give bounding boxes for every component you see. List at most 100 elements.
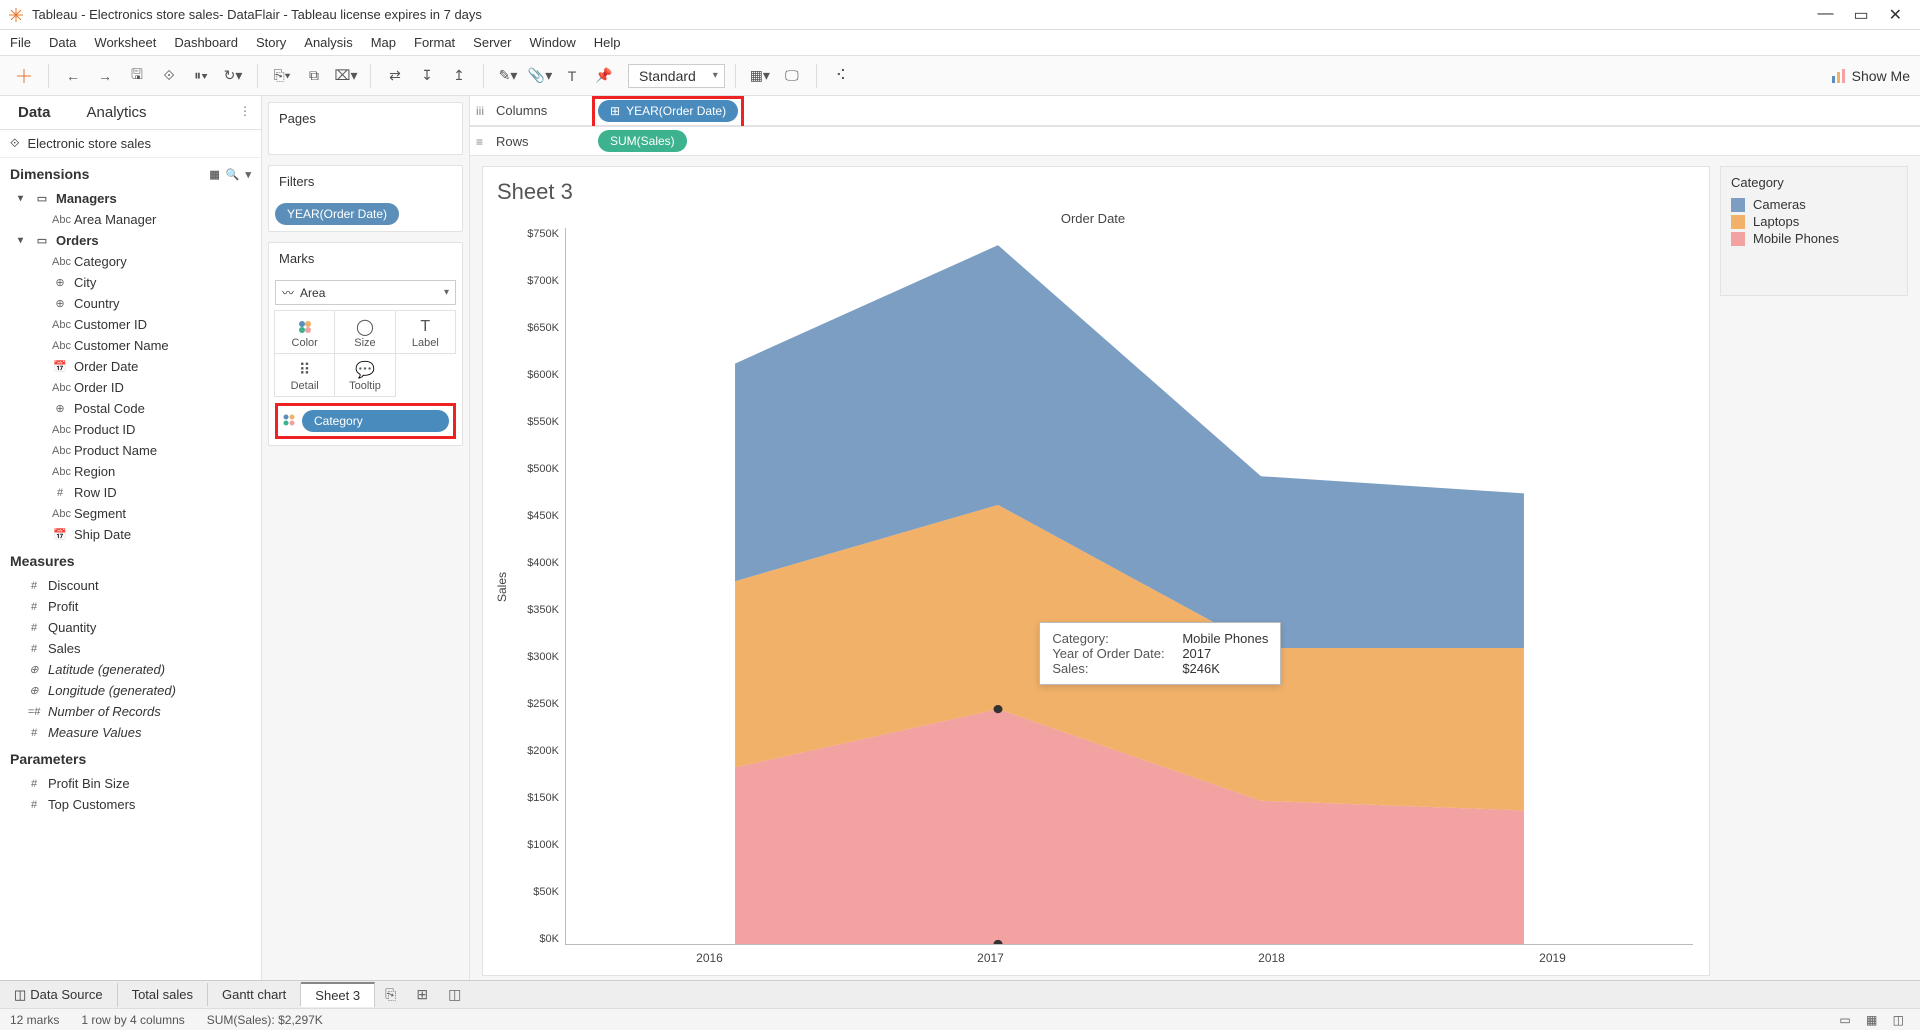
marks-color-pill-category[interactable]: Category: [302, 410, 449, 432]
menu-worksheet[interactable]: Worksheet: [94, 35, 156, 50]
legend-item[interactable]: Laptops: [1731, 213, 1897, 230]
menu-dashboard[interactable]: Dashboard: [174, 35, 238, 50]
undo-button[interactable]: ←: [59, 62, 87, 90]
presentation-button[interactable]: 🖵: [778, 62, 806, 90]
field-category[interactable]: AbcCategory: [8, 251, 261, 272]
marks-size[interactable]: ◯Size: [334, 310, 395, 354]
marks-tooltip[interactable]: 💬Tooltip: [334, 353, 395, 397]
new-worksheet-icon[interactable]: ⎘: [375, 982, 406, 1007]
menu-window[interactable]: Window: [529, 35, 575, 50]
new-story-icon[interactable]: ◫: [438, 982, 471, 1007]
field-latitude-generated-[interactable]: ⊕Latitude (generated): [8, 659, 261, 680]
menu-server[interactable]: Server: [473, 35, 511, 50]
menu-help[interactable]: Help: [594, 35, 621, 50]
field-customer-name[interactable]: AbcCustomer Name: [8, 335, 261, 356]
share-button[interactable]: ⠪: [827, 62, 855, 90]
duplicate-button[interactable]: ⧉: [300, 62, 328, 90]
param-profit-bin-size[interactable]: #Profit Bin Size: [8, 773, 261, 794]
titlebar: Tableau - Electronics store sales- DataF…: [0, 0, 1920, 30]
field-number-of-records[interactable]: =#Number of Records: [8, 701, 261, 722]
field-order-date[interactable]: 📅Order Date: [8, 356, 261, 377]
columns-shelf[interactable]: iiiColumns ⊞YEAR(Order Date): [470, 96, 1920, 126]
filters-card[interactable]: Filters YEAR(Order Date): [268, 165, 463, 232]
sort-desc-button[interactable]: ↥: [445, 62, 473, 90]
legend-item[interactable]: Cameras: [1731, 196, 1897, 213]
tableau-logo-icon[interactable]: [10, 62, 38, 90]
sheet-tab[interactable]: Sheet 3: [301, 982, 375, 1007]
swap-button[interactable]: ⇄: [381, 62, 409, 90]
field-discount[interactable]: #Discount: [8, 575, 261, 596]
highlight-button[interactable]: ✎▾: [494, 62, 522, 90]
field-region[interactable]: AbcRegion: [8, 461, 261, 482]
color-legend[interactable]: Category CamerasLaptopsMobile Phones: [1720, 166, 1908, 296]
pause-auto-updates-button[interactable]: ⏸▾: [187, 62, 215, 90]
field-longitude-generated-[interactable]: ⊕Longitude (generated): [8, 680, 261, 701]
field-area-manager[interactable]: AbcArea Manager: [8, 209, 261, 230]
minimize-button[interactable]: —: [1817, 5, 1833, 25]
group-button[interactable]: 📎▾: [526, 62, 554, 90]
plot-area[interactable]: Category:Mobile Phones Year of Order Dat…: [565, 228, 1693, 945]
pin-button[interactable]: 📌: [590, 62, 618, 90]
new-dashboard-icon[interactable]: ⊞: [406, 982, 438, 1007]
menu-analysis[interactable]: Analysis: [304, 35, 352, 50]
folder-managers[interactable]: ▾▭Managers: [8, 188, 261, 209]
field-quantity[interactable]: #Quantity: [8, 617, 261, 638]
field-city[interactable]: ⊕City: [8, 272, 261, 293]
field-measure-values[interactable]: #Measure Values: [8, 722, 261, 743]
marks-label[interactable]: TLabel: [395, 310, 456, 354]
menu-file[interactable]: File: [10, 35, 31, 50]
field-product-id[interactable]: AbcProduct ID: [8, 419, 261, 440]
legend-item[interactable]: Mobile Phones: [1731, 230, 1897, 247]
marks-color[interactable]: Color: [274, 310, 335, 354]
marks-detail[interactable]: ⠿Detail: [274, 353, 335, 397]
show-mark-labels-button[interactable]: T: [558, 62, 586, 90]
fit-selector[interactable]: Standard: [628, 64, 725, 88]
pages-card[interactable]: Pages: [268, 102, 463, 155]
field-row-id[interactable]: #Row ID: [8, 482, 261, 503]
field-segment[interactable]: AbcSegment: [8, 503, 261, 524]
field-customer-id[interactable]: AbcCustomer ID: [8, 314, 261, 335]
sheet-title[interactable]: Sheet 3: [493, 177, 1693, 211]
data-pane-menu-icon[interactable]: ⋮: [229, 96, 261, 129]
marks-type-select[interactable]: 〰Area: [275, 280, 456, 305]
param-top-customers[interactable]: #Top Customers: [8, 794, 261, 815]
datasource-item[interactable]: ⟐ Electronic store sales: [0, 130, 261, 158]
field-postal-code[interactable]: ⊕Postal Code: [8, 398, 261, 419]
field-country[interactable]: ⊕Country: [8, 293, 261, 314]
menu-map[interactable]: Map: [371, 35, 396, 50]
viz-canvas[interactable]: Sheet 3 Order Date Sales $750K$700K$650K…: [482, 166, 1710, 976]
clear-button[interactable]: ⌧▾: [332, 62, 360, 90]
menu-story[interactable]: Story: [256, 35, 286, 50]
new-worksheet-button[interactable]: ⎘▾: [268, 62, 296, 90]
field-product-name[interactable]: AbcProduct Name: [8, 440, 261, 461]
dropdown-icon[interactable]: ▾: [245, 168, 251, 181]
field-profit[interactable]: #Profit: [8, 596, 261, 617]
columns-pill-year-orderdate[interactable]: ⊞YEAR(Order Date): [598, 100, 738, 122]
field-order-id[interactable]: AbcOrder ID: [8, 377, 261, 398]
new-datasource-button[interactable]: ⟐: [155, 62, 183, 90]
save-button[interactable]: 🖫: [123, 62, 151, 90]
tab-data-source[interactable]: ◫Data Source: [0, 983, 118, 1007]
tab-analytics[interactable]: Analytics: [69, 96, 165, 129]
close-button[interactable]: ✕: [1889, 5, 1902, 25]
search-icon[interactable]: 🔍: [226, 168, 240, 181]
redo-button[interactable]: →: [91, 62, 119, 90]
run-update-button[interactable]: ↻▾: [219, 62, 247, 90]
status-icons[interactable]: ▭ ▦ ◫: [1839, 1013, 1910, 1027]
sort-asc-button[interactable]: ↧: [413, 62, 441, 90]
folder-orders[interactable]: ▾▭Orders: [8, 230, 261, 251]
menu-data[interactable]: Data: [49, 35, 76, 50]
show-me-button[interactable]: Show Me: [1832, 68, 1910, 84]
menu-format[interactable]: Format: [414, 35, 455, 50]
maximize-button[interactable]: ▭: [1853, 5, 1868, 25]
field-ship-date[interactable]: 📅Ship Date: [8, 524, 261, 545]
field-sales[interactable]: #Sales: [8, 638, 261, 659]
sheet-tab[interactable]: Total sales: [118, 983, 208, 1006]
rows-pill-sum-sales[interactable]: SUM(Sales): [598, 130, 687, 152]
show-cards-button[interactable]: ▦▾: [746, 62, 774, 90]
rows-shelf[interactable]: ≡Rows SUM(Sales): [470, 126, 1920, 156]
tab-data[interactable]: Data: [0, 96, 69, 129]
view-toggle-icon[interactable]: ▦: [209, 168, 219, 181]
filter-pill-year-orderdate[interactable]: YEAR(Order Date): [275, 203, 399, 225]
sheet-tab[interactable]: Gantt chart: [208, 983, 301, 1006]
